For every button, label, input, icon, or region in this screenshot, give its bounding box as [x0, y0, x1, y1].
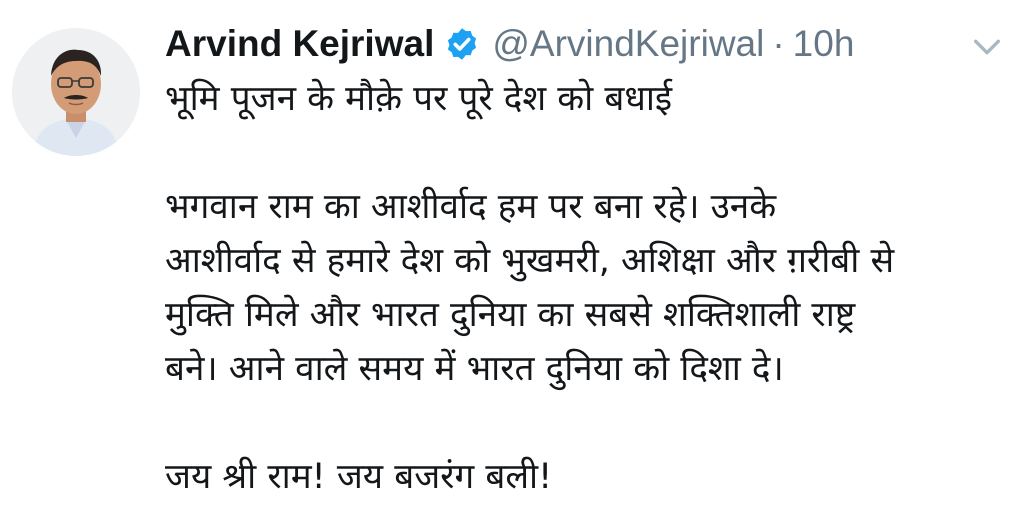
tweet-text: भूमि पूजन के मौक़े पर पूरे देश को बधाई भ… — [165, 72, 1015, 504]
tweet-line: आशीर्वाद से हमारे देश को भुखमरी, अशिक्षा… — [165, 241, 895, 281]
verified-badge-icon — [448, 28, 477, 60]
author-handle[interactable]: @ArvindKejriwal — [492, 23, 764, 65]
tweet-line: भगवान राम का आशीर्वाद हम पर बना रहे। उनक… — [165, 187, 777, 227]
avatar[interactable] — [12, 28, 140, 156]
chevron-down-icon[interactable] — [970, 30, 1004, 64]
tweet-timestamp[interactable]: 10h — [793, 23, 855, 65]
tweet-header: Arvind Kejriwal @ArvindKejriwal · 10h — [165, 18, 854, 70]
tweet-line: मुक्ति मिले और भारत दुनिया का सबसे शक्ति… — [165, 295, 856, 335]
author-name[interactable]: Arvind Kejriwal — [165, 23, 434, 65]
tweet-line: जय श्री राम! जय बजरंग बली! — [165, 457, 553, 497]
tweet-line: भूमि पूजन के मौक़े पर पूरे देश को बधाई — [165, 79, 673, 119]
header-separator: · — [772, 23, 785, 64]
tweet-line: बने। आने वाले समय में भारत दुनिया को दिश… — [165, 349, 784, 389]
avatar-image — [12, 28, 140, 156]
tweet-card[interactable]: Arvind Kejriwal @ArvindKejriwal · 10h भू… — [0, 0, 1025, 517]
